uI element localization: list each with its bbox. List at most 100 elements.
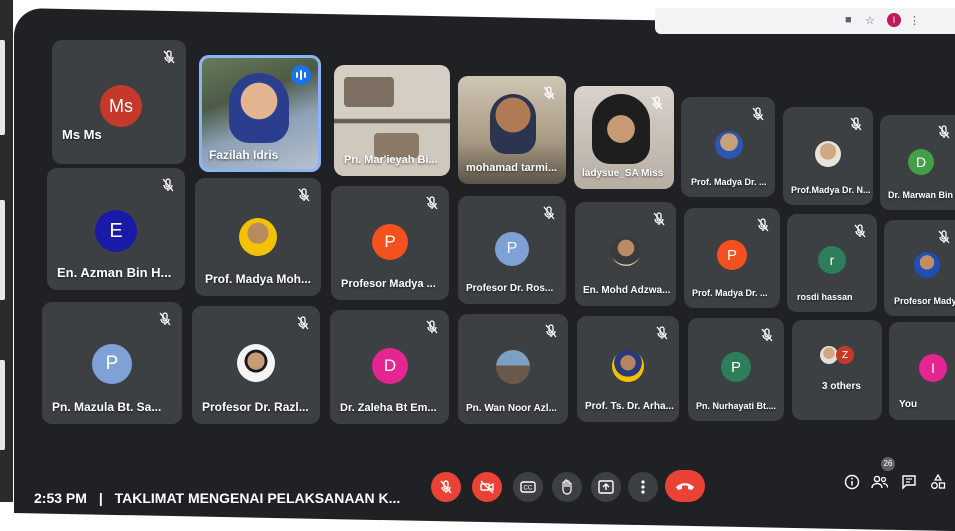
tab-cast-icon[interactable]: ■	[845, 14, 852, 26]
avatar: D	[372, 348, 408, 384]
participant-count-badge: 26	[881, 457, 895, 471]
participant-name: Pn. Nurhayati Bt....	[696, 401, 777, 411]
participant-photo	[815, 141, 841, 167]
chat-button[interactable]	[899, 472, 919, 492]
profile-avatar[interactable]: I	[887, 13, 901, 27]
participant-tile[interactable]: Fazilah Idris	[199, 55, 321, 172]
participant-tile[interactable]: ladysue_SA Miss	[574, 86, 674, 189]
speaking-indicator-icon	[291, 65, 311, 85]
avatar: E	[95, 210, 137, 252]
participant-photo	[715, 131, 743, 159]
leave-call-button[interactable]	[665, 470, 705, 502]
mic-off-icon	[426, 196, 438, 210]
present-icon	[598, 480, 614, 494]
participant-name: Profesor Madya ...	[341, 278, 436, 290]
mic-off-icon	[426, 320, 438, 334]
meeting-title[interactable]: TAKLIMAT MENGENAI PELAKSANAAN K...	[115, 490, 401, 506]
avatar: Ms	[100, 85, 142, 127]
captions-button[interactable]: CC	[513, 472, 543, 502]
participant-tile[interactable]: P Pn. Nurhayati Bt....	[688, 318, 784, 421]
participant-tile[interactable]: P Pn. Mazula Bt. Sa...	[42, 302, 182, 424]
participant-photo	[496, 350, 530, 384]
raise-hand-button[interactable]	[552, 472, 582, 502]
desk-edge	[0, 0, 13, 502]
participant-name: ladysue_SA Miss	[582, 168, 664, 179]
participant-tile[interactable]: Prof.Madya Dr. N...	[783, 107, 873, 205]
participant-name: You	[899, 399, 918, 410]
camera-toggle-button[interactable]	[472, 472, 502, 502]
more-vert-icon	[641, 480, 645, 494]
meeting-time: 2:53 PM	[34, 490, 87, 506]
avatar: P	[372, 224, 408, 260]
activities-button[interactable]	[928, 472, 948, 492]
phone-hangup-icon	[676, 483, 694, 490]
participant-tile[interactable]: Profesor Madya	[884, 220, 955, 316]
video-feed	[344, 77, 394, 107]
participant-tile[interactable]: P Prof. Madya Dr. ...	[684, 208, 780, 308]
participant-name: Pn. Wan Noor Azl...	[466, 403, 557, 414]
avatar: P	[495, 232, 529, 266]
mic-off-icon	[938, 125, 950, 139]
mic-off-icon	[854, 224, 866, 238]
mic-off-icon	[656, 326, 668, 340]
present-button[interactable]	[591, 472, 621, 502]
participant-tile[interactable]: P Profesor Madya ...	[331, 186, 449, 300]
participant-tile[interactable]: Profesor Dr. Razl...	[192, 306, 320, 424]
avatar: P	[721, 352, 751, 382]
meeting-info-button[interactable]	[842, 472, 862, 492]
participant-name: Profesor Dr. Razl...	[202, 400, 309, 414]
participant-photo	[611, 236, 641, 266]
video-feed	[592, 94, 650, 164]
captions-icon: CC	[520, 481, 536, 493]
bookmark-star-icon[interactable]: ☆	[865, 14, 875, 27]
participant-name: rosdi hassan	[797, 292, 853, 302]
participant-tile[interactable]: E En. Azman Bin H...	[47, 168, 185, 290]
mic-off-icon	[651, 96, 663, 110]
mic-off-icon	[543, 86, 555, 100]
participant-tile[interactable]: mohamad tarmi...	[458, 76, 566, 184]
meeting-details: 2:53 PM | TAKLIMAT MENGENAI PELAKSANAAN …	[34, 490, 400, 506]
participant-name: Prof.Madya Dr. N...	[791, 185, 871, 195]
video-feed	[229, 73, 289, 143]
mic-off-icon	[162, 178, 174, 192]
participant-tile[interactable]: Pn. Mar'ieyah Bi...	[334, 65, 450, 176]
people-button[interactable]	[870, 472, 890, 492]
participant-tile[interactable]: Ms Ms Ms	[52, 40, 186, 164]
participant-name: Fazilah Idris	[209, 148, 279, 162]
participant-tile[interactable]: En. Mohd Adzwa...	[575, 202, 676, 306]
mic-off-icon	[543, 206, 555, 220]
participant-name: Prof. Madya Dr. ...	[692, 288, 768, 298]
participant-name: Dr. Zaleha Bt Em...	[340, 402, 437, 414]
mic-off-icon	[850, 117, 862, 131]
more-options-button[interactable]	[628, 472, 658, 502]
avatar: P	[717, 240, 747, 270]
mic-toggle-button[interactable]	[431, 472, 461, 502]
participant-name: Profesor Madya	[894, 296, 955, 306]
avatar: Z	[836, 346, 854, 364]
people-icon	[871, 475, 889, 489]
participant-tile[interactable]: D Dr. Zaleha Bt Em...	[330, 310, 449, 424]
participant-tile[interactable]: Pn. Wan Noor Azl...	[458, 314, 568, 424]
participant-tile[interactable]: Prof. Madya Dr. ...	[681, 97, 775, 197]
participant-name: Ms Ms	[62, 127, 102, 142]
participant-tile[interactable]: D Dr. Marwan Bin I...	[880, 115, 955, 210]
participant-tile[interactable]: Prof. Madya Moh...	[195, 178, 321, 296]
participant-photo	[914, 252, 940, 278]
participant-tile[interactable]: r rosdi hassan	[787, 214, 877, 312]
others-tile[interactable]: Z 3 others	[792, 320, 882, 420]
participant-name: En. Azman Bin H...	[57, 265, 172, 280]
participant-name: Profesor Dr. Ros...	[466, 283, 554, 294]
self-tile[interactable]: I You	[889, 322, 955, 420]
participant-tile[interactable]: Prof. Ts. Dr. Arha...	[577, 316, 679, 422]
participant-tile[interactable]: P Profesor Dr. Ros...	[458, 196, 566, 304]
mic-off-icon	[297, 316, 309, 330]
browser-menu-icon[interactable]: ⋮	[909, 14, 920, 27]
participant-name: mohamad tarmi...	[466, 162, 558, 174]
avatar: P	[92, 344, 132, 384]
monitor-edge-fragment	[0, 360, 5, 450]
mic-off-icon	[752, 107, 764, 121]
mic-off-icon	[163, 50, 175, 64]
participant-name: En. Mohd Adzwa...	[583, 285, 671, 296]
camera-off-icon	[480, 480, 494, 494]
participant-photo	[239, 218, 277, 256]
